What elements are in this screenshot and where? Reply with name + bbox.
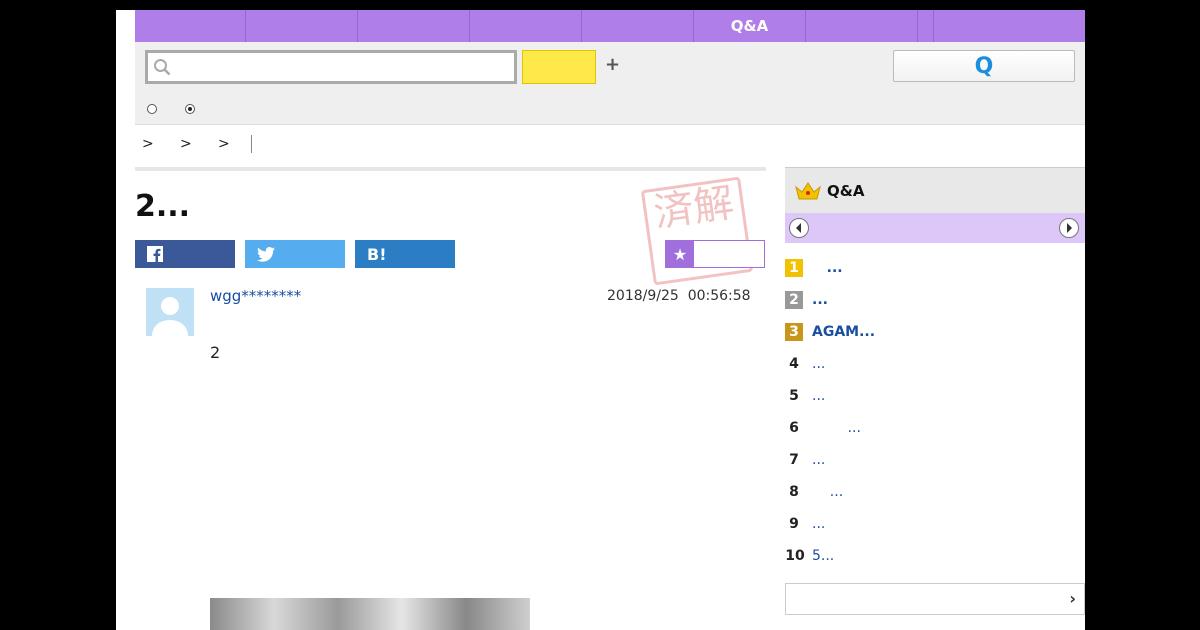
breadcrumb-sep-3[interactable]: > xyxy=(211,136,249,152)
list-item[interactable]: 9 ... xyxy=(785,513,825,535)
attached-photo[interactable] xyxy=(210,598,530,630)
rank-link[interactable]: ... xyxy=(812,484,843,500)
rank-link[interactable]: ... xyxy=(812,260,843,276)
search-icon xyxy=(154,59,171,76)
rank-link[interactable]: ... xyxy=(812,356,825,372)
user-silhouette-icon xyxy=(152,297,188,336)
nav-item-1[interactable] xyxy=(135,10,246,42)
breadcrumb-sep-2[interactable]: > xyxy=(173,136,211,152)
ranking-title: Q&A xyxy=(827,181,865,200)
list-item[interactable]: 10 5... xyxy=(785,545,834,567)
list-item[interactable]: 3 AGAM... xyxy=(785,321,875,343)
rank-link[interactable]: ... xyxy=(812,516,825,532)
hatena-icon: B! xyxy=(367,244,387,264)
rank-badge: 9 xyxy=(789,516,799,532)
rank-link[interactable]: ... xyxy=(812,388,825,404)
q-label: Q xyxy=(974,53,994,79)
rank-badge: 10 xyxy=(785,548,805,564)
nav-item-4[interactable] xyxy=(470,10,582,42)
ranking-tab-bar xyxy=(785,213,1085,243)
twitter-share-button[interactable] xyxy=(245,240,345,268)
search-input[interactable] xyxy=(178,55,508,81)
rank-link[interactable]: AGAM... xyxy=(812,324,875,340)
triangle-right-icon xyxy=(1067,223,1072,233)
plus-icon[interactable]: + xyxy=(605,54,620,75)
list-item[interactable]: 5 ... xyxy=(785,385,825,407)
nav-item-9[interactable] xyxy=(934,10,1085,42)
facebook-share-button[interactable] xyxy=(135,240,235,268)
ranking-sidebar: Q&A 1 ... 2 ... 3 AGAM... 4 ... 5 ... 6 … xyxy=(785,167,1085,615)
rank-badge: 7 xyxy=(789,452,799,468)
list-item[interactable]: 2 ... xyxy=(785,289,828,311)
list-item[interactable]: 8 ... xyxy=(785,481,843,503)
chevron-right-icon: › xyxy=(1069,589,1076,608)
rank-link[interactable]: ... xyxy=(812,452,825,468)
page: Q&A + Q > > > 2... 済解 B! ★ wgg******** 2… xyxy=(116,10,1085,630)
nav-item-8[interactable] xyxy=(918,10,934,42)
top-nav: Q&A xyxy=(135,10,1085,42)
search-area: + Q xyxy=(135,42,1085,125)
rank-badge: 3 xyxy=(785,323,803,341)
list-item[interactable]: 7 ... xyxy=(785,449,825,471)
hatena-bookmark-button[interactable]: B! xyxy=(355,240,455,268)
rank-badge: 2 xyxy=(785,291,803,309)
rank-link[interactable]: ... xyxy=(812,292,828,308)
question-body: 2 xyxy=(210,343,221,362)
search-button[interactable] xyxy=(522,50,596,84)
list-item[interactable]: 6 ... xyxy=(785,417,861,439)
crown-icon xyxy=(795,181,821,199)
question-author[interactable]: wgg******** xyxy=(210,287,301,305)
triangle-left-icon xyxy=(796,223,801,233)
list-item[interactable]: 1 ... xyxy=(785,257,843,279)
favorite-button[interactable]: ★ xyxy=(665,240,765,268)
search-scope-radio-2[interactable] xyxy=(185,104,195,114)
rank-badge: 8 xyxy=(789,484,799,500)
next-arrow-button[interactable] xyxy=(1059,218,1079,238)
nav-item-7[interactable] xyxy=(806,10,918,42)
rank-badge: 6 xyxy=(789,420,799,436)
breadcrumb-sep-1[interactable]: > xyxy=(135,136,173,152)
rank-link[interactable]: ... xyxy=(812,420,861,436)
question-main: 2... 済解 B! ★ wgg******** 2018/9/25 00:56… xyxy=(135,167,766,630)
divider xyxy=(135,167,766,171)
star-icon: ★ xyxy=(666,241,694,267)
breadcrumb-divider xyxy=(251,135,252,153)
question-title: 2... xyxy=(135,189,191,224)
prev-arrow-button[interactable] xyxy=(789,218,809,238)
nav-item-2[interactable] xyxy=(246,10,358,42)
nav-item-5[interactable] xyxy=(582,10,694,42)
search-box xyxy=(145,50,517,84)
question-date: 2018/9/25 xyxy=(607,288,679,304)
nav-item-3[interactable] xyxy=(358,10,470,42)
list-item[interactable]: 4 ... xyxy=(785,353,825,375)
question-timestamp: 2018/9/25 00:56:58 xyxy=(607,288,751,304)
search-scope-radio-1[interactable] xyxy=(147,104,157,114)
question-time: 00:56:58 xyxy=(687,288,751,304)
rank-link[interactable]: 5... xyxy=(812,548,834,564)
resolved-stamp: 済解 xyxy=(640,176,754,286)
twitter-icon xyxy=(257,246,275,262)
rank-badge: 5 xyxy=(789,388,799,404)
rank-badge: 1 xyxy=(785,259,803,277)
breadcrumb: > > > xyxy=(135,126,1085,162)
rank-badge: 4 xyxy=(789,356,799,372)
avatar[interactable] xyxy=(146,288,194,336)
ranking-header: Q&A xyxy=(785,167,1085,213)
facebook-icon xyxy=(147,246,163,262)
ask-question-button[interactable]: Q xyxy=(893,50,1075,82)
nav-item-qa[interactable]: Q&A xyxy=(694,10,806,42)
ranking-more-button[interactable]: › xyxy=(785,583,1085,615)
